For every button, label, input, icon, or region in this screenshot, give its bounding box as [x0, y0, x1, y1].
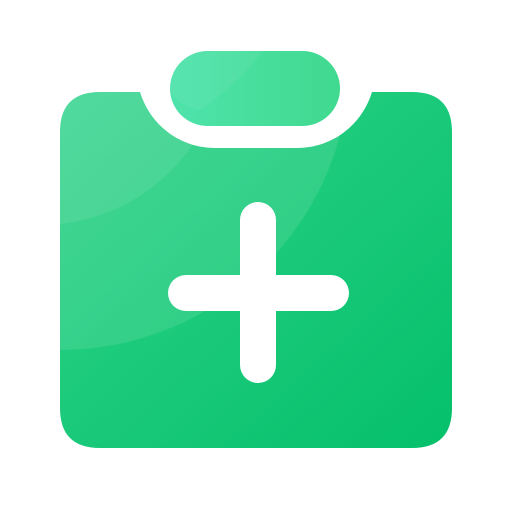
app-icon-canvas — [0, 0, 512, 512]
clipboard-plus-icon — [60, 50, 452, 448]
clipboard-clip-tab — [170, 50, 340, 126]
